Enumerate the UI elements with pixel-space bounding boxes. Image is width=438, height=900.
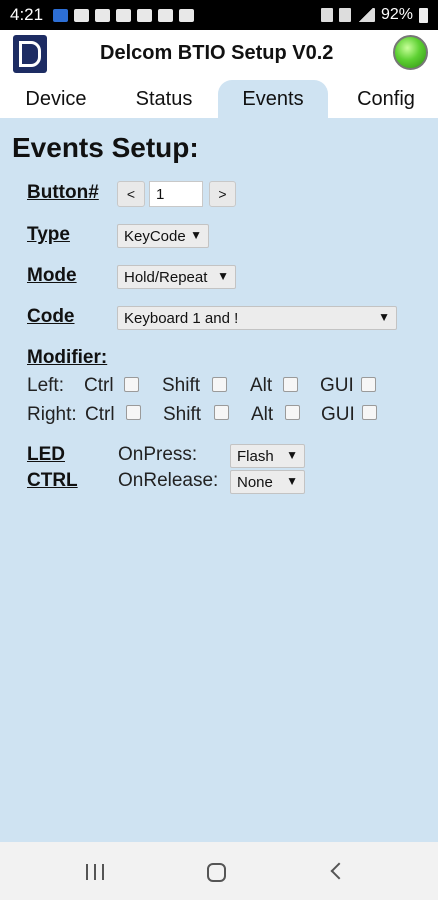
page-title: Events Setup: (12, 132, 199, 163)
button-number-input[interactable]: 1 (149, 181, 203, 207)
tab-status[interactable]: Status (116, 80, 212, 118)
onpress-select[interactable]: Flash ▼ (230, 444, 305, 468)
left-shift-checkbox[interactable] (212, 377, 227, 392)
dropdown-arrow-icon: ▼ (190, 228, 202, 242)
left-alt-label: Alt (250, 375, 273, 396)
code-label: Code (27, 306, 75, 327)
battery-icon (419, 7, 428, 23)
modifier-right-label: Right: (27, 404, 77, 425)
onrelease-label: OnRelease: (118, 470, 219, 491)
left-shift-label: Shift (162, 375, 201, 396)
right-alt-checkbox[interactable] (285, 405, 300, 420)
gallery-icon (137, 8, 153, 22)
status-bar: 4:21 92% (0, 0, 438, 30)
left-gui-checkbox[interactable] (361, 377, 376, 392)
events-panel: Events Setup: Button# < 1 > Type KeyCode… (0, 118, 438, 842)
right-gui-checkbox[interactable] (362, 405, 377, 420)
tab-bar: Device Status Events Config (0, 80, 438, 118)
code-select[interactable]: Keyboard 1 and ! ▼ (117, 306, 397, 330)
right-ctrl-checkbox[interactable] (126, 405, 141, 420)
mute-icon (338, 8, 351, 22)
type-label: Type (27, 224, 70, 245)
dropdown-arrow-icon: ▼ (286, 448, 298, 462)
youtube-icon (158, 8, 174, 22)
tab-device[interactable]: Device (8, 80, 104, 118)
bluetooth-icon (320, 8, 333, 22)
delcom-logo-icon (13, 35, 47, 73)
left-alt-checkbox[interactable] (283, 377, 298, 392)
app-header: Delcom BTIO Setup V0.2 (0, 30, 438, 80)
type-select[interactable]: KeyCode ▼ (117, 224, 209, 248)
home-icon[interactable] (207, 863, 226, 882)
signal-icon (356, 8, 375, 22)
mode-select[interactable]: Hold/Repeat ▼ (117, 265, 236, 289)
battery-percent: 92% (380, 6, 413, 23)
back-icon[interactable] (330, 862, 348, 880)
onrelease-select-value: None (237, 474, 273, 491)
mode-label: Mode (27, 265, 77, 286)
left-ctrl-checkbox[interactable] (124, 377, 139, 392)
led-ctrl-label-line2: CTRL (27, 470, 78, 491)
dropdown-arrow-icon: ▼ (217, 269, 229, 283)
recents-icon[interactable] (86, 864, 104, 880)
system-nav-bar (0, 842, 438, 900)
notification-app-icon (53, 8, 69, 22)
type-select-value: KeyCode (124, 228, 186, 245)
button-next-button[interactable]: > (209, 181, 236, 207)
tab-events[interactable]: Events (218, 80, 328, 118)
button-prev-button[interactable]: < (117, 181, 145, 207)
right-shift-label: Shift (163, 404, 202, 425)
tab-config[interactable]: Config (338, 80, 434, 118)
mail-icon (74, 8, 90, 22)
dropdown-arrow-icon: ▼ (286, 474, 298, 488)
status-right: 92% (320, 6, 428, 24)
chat-icon (116, 8, 132, 22)
dropdown-arrow-icon: ▼ (378, 310, 390, 324)
onpress-label: OnPress: (118, 444, 198, 465)
code-select-value: Keyboard 1 and ! (124, 310, 239, 327)
modifier-label: Modifier: (27, 347, 108, 368)
connection-status-led-icon (393, 35, 428, 70)
mode-select-value: Hold/Repeat (124, 269, 208, 286)
status-time: 4:21 (10, 5, 44, 24)
left-ctrl-label: Ctrl (84, 375, 114, 396)
right-shift-checkbox[interactable] (214, 405, 229, 420)
led-ctrl-label-line1: LED (27, 444, 65, 465)
right-alt-label: Alt (251, 404, 274, 425)
onpress-select-value: Flash (237, 448, 274, 465)
right-gui-label: GUI (321, 404, 355, 425)
youtube-icon-2 (179, 8, 195, 22)
left-gui-label: GUI (320, 375, 354, 396)
app-title: Delcom BTIO Setup V0.2 (100, 42, 334, 64)
onrelease-select[interactable]: None ▼ (230, 470, 305, 494)
image-icon (95, 8, 111, 22)
modifier-left-label: Left: (27, 375, 64, 396)
right-ctrl-label: Ctrl (85, 404, 115, 425)
button-number-label: Button# (27, 182, 99, 203)
